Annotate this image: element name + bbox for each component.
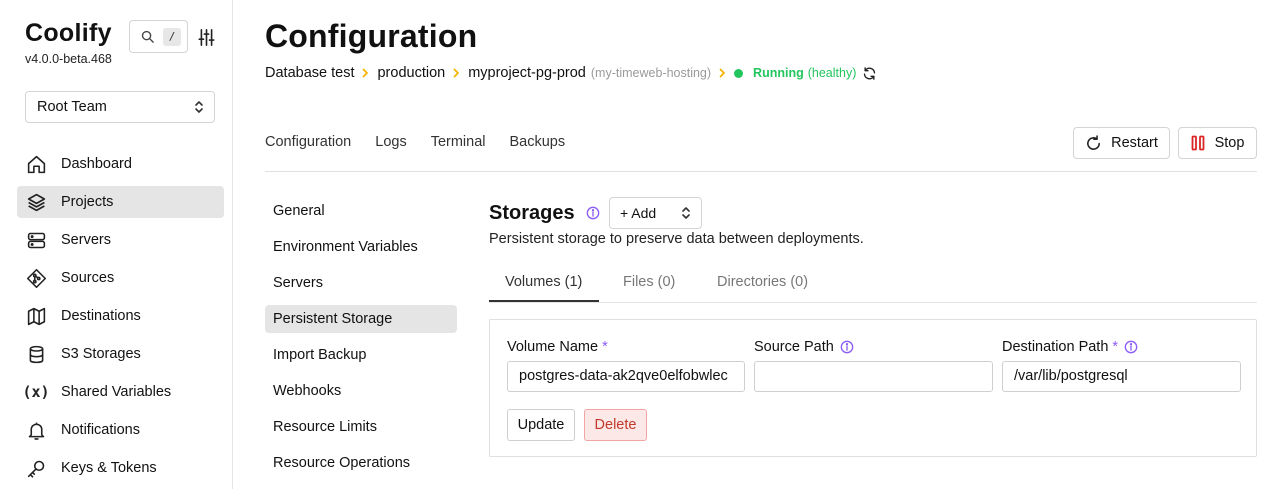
add-storage-label: + Add — [620, 205, 657, 221]
search-button[interactable]: / — [129, 20, 188, 53]
status-running: Running — [753, 66, 804, 80]
subnav-item-servers[interactable]: Servers — [265, 269, 457, 297]
delete-button[interactable]: Delete — [584, 409, 647, 441]
restart-icon — [1085, 134, 1102, 152]
chevron-updown-icon — [681, 206, 691, 220]
team-select[interactable]: Root Team — [25, 91, 215, 123]
restart-label: Restart — [1111, 135, 1158, 151]
update-button[interactable]: Update — [507, 409, 575, 441]
tab-logs[interactable]: Logs — [375, 134, 406, 150]
refresh-icon[interactable] — [862, 66, 877, 81]
breadcrumb-project[interactable]: Database test — [265, 65, 354, 81]
tab-configuration[interactable]: Configuration — [265, 134, 351, 150]
storages-title: Storages — [489, 202, 575, 224]
chevron-right-icon — [362, 68, 369, 78]
chevron-updown-icon — [194, 100, 204, 114]
storages-description: Persistent storage to preserve data betw… — [489, 231, 864, 247]
sidebar-item-projects[interactable]: Projects — [17, 186, 224, 218]
tab-backups[interactable]: Backups — [510, 134, 566, 150]
database-icon — [25, 343, 47, 365]
app-logo-text[interactable]: Coolify — [25, 19, 112, 48]
volume-name-input[interactable]: postgres-data-ak2qve0elfobwlec — [507, 361, 745, 392]
sidebar-item-label: Projects — [61, 194, 114, 210]
sidebar-item-dashboard[interactable]: Dashboard — [17, 148, 224, 180]
tab-terminal[interactable]: Terminal — [431, 134, 486, 150]
breadcrumb-resource[interactable]: myproject-pg-prod — [468, 65, 586, 81]
tabs-divider — [265, 171, 1257, 172]
sidebar-item-label: Shared Variables — [61, 384, 172, 400]
map-icon — [25, 305, 47, 327]
info-icon[interactable] — [840, 340, 854, 354]
layers-icon — [25, 191, 47, 213]
subnav-item-persistent-storage[interactable]: Persistent Storage — [265, 305, 457, 333]
subnav-item-import-backup[interactable]: Import Backup — [265, 341, 457, 369]
tab-volumes[interactable]: Volumes (1) — [505, 274, 582, 290]
home-icon — [25, 153, 47, 175]
destination-path-input[interactable]: /var/lib/postgresql — [1002, 361, 1241, 392]
source-path-label-text: Source Path — [754, 339, 834, 355]
breadcrumb-environment[interactable]: production — [377, 65, 445, 81]
subnav-item-webhooks[interactable]: Webhooks — [265, 377, 457, 405]
sidebar-item-label: Dashboard — [61, 156, 132, 172]
required-marker: * — [1112, 339, 1119, 355]
info-icon[interactable] — [1124, 340, 1138, 354]
restart-button[interactable]: Restart — [1073, 127, 1170, 159]
sidebar-item-destinations[interactable]: Destinations — [17, 300, 224, 332]
source-path-label: Source Path — [754, 339, 854, 355]
status-dot — [734, 68, 744, 78]
sidebar-nav: Dashboard Projects Servers Sources Desti… — [17, 148, 224, 489]
sidebar-item-label: S3 Storages — [61, 346, 141, 362]
storage-tabs: Volumes (1) Files (0) Directories (0) — [489, 266, 1257, 303]
chevron-right-icon — [719, 68, 726, 78]
chevron-right-icon — [453, 68, 460, 78]
git-icon — [25, 267, 47, 289]
breadcrumb: Database test production myproject-pg-pr… — [265, 64, 877, 82]
breadcrumb-server: (my-timeweb-hosting) — [590, 66, 712, 80]
status-health: (healthy) — [807, 66, 857, 80]
active-tab-indicator — [489, 300, 599, 302]
sidebar-item-label: Servers — [61, 232, 111, 248]
sidebar-item-label: Sources — [61, 270, 115, 286]
sidebar-item-label: Notifications — [61, 422, 140, 438]
sidebar: Coolify v4.0.0-beta.468 / Root Team Dash… — [0, 0, 233, 489]
config-subnav: General Environment Variables Servers Pe… — [265, 197, 457, 485]
bell-icon — [25, 419, 47, 441]
volume-card: Volume Name * postgres-data-ak2qve0elfob… — [489, 319, 1257, 457]
subnav-item-resource-operations[interactable]: Resource Operations — [265, 449, 457, 477]
destination-path-label-text: Destination Path — [1002, 339, 1109, 355]
search-icon — [140, 29, 155, 44]
page-title: Configuration — [265, 18, 478, 54]
key-icon — [25, 457, 47, 479]
sidebar-item-label: Destinations — [61, 308, 141, 324]
subnav-item-resource-limits[interactable]: Resource Limits — [265, 413, 457, 441]
volume-name-label: Volume Name * — [507, 339, 608, 355]
sidebar-item-sources[interactable]: Sources — [17, 262, 224, 294]
source-path-input[interactable] — [754, 361, 993, 392]
sidebar-item-keys-tokens[interactable]: Keys & Tokens — [17, 452, 224, 484]
search-shortcut-key: / — [163, 27, 181, 46]
team-select-value: Root Team — [37, 99, 107, 115]
server-icon — [25, 229, 47, 251]
volume-name-label-text: Volume Name — [507, 339, 599, 355]
variable-icon: (x) — [22, 383, 50, 401]
resource-tabs: Configuration Logs Terminal Backups — [265, 134, 565, 150]
app-version: v4.0.0-beta.468 — [25, 52, 112, 66]
sidebar-item-servers[interactable]: Servers — [17, 224, 224, 256]
sidebar-item-notifications[interactable]: Notifications — [17, 414, 224, 446]
tab-files[interactable]: Files (0) — [623, 274, 675, 290]
stop-label: Stop — [1214, 135, 1245, 151]
sliders-icon[interactable] — [195, 25, 217, 49]
stop-button[interactable]: Stop — [1178, 127, 1257, 159]
destination-path-label: Destination Path * — [1002, 339, 1138, 355]
add-storage-button[interactable]: + Add — [609, 197, 702, 229]
info-icon[interactable] — [586, 206, 600, 225]
stop-icon — [1191, 135, 1205, 151]
subnav-item-environment-variables[interactable]: Environment Variables — [265, 233, 457, 261]
sidebar-item-shared-variables[interactable]: (x) Shared Variables — [17, 376, 224, 408]
tab-directories[interactable]: Directories (0) — [717, 274, 808, 290]
sidebar-item-s3-storages[interactable]: S3 Storages — [17, 338, 224, 370]
subnav-item-general[interactable]: General — [265, 197, 457, 225]
required-marker: * — [602, 339, 608, 355]
sidebar-item-label: Keys & Tokens — [61, 460, 157, 476]
